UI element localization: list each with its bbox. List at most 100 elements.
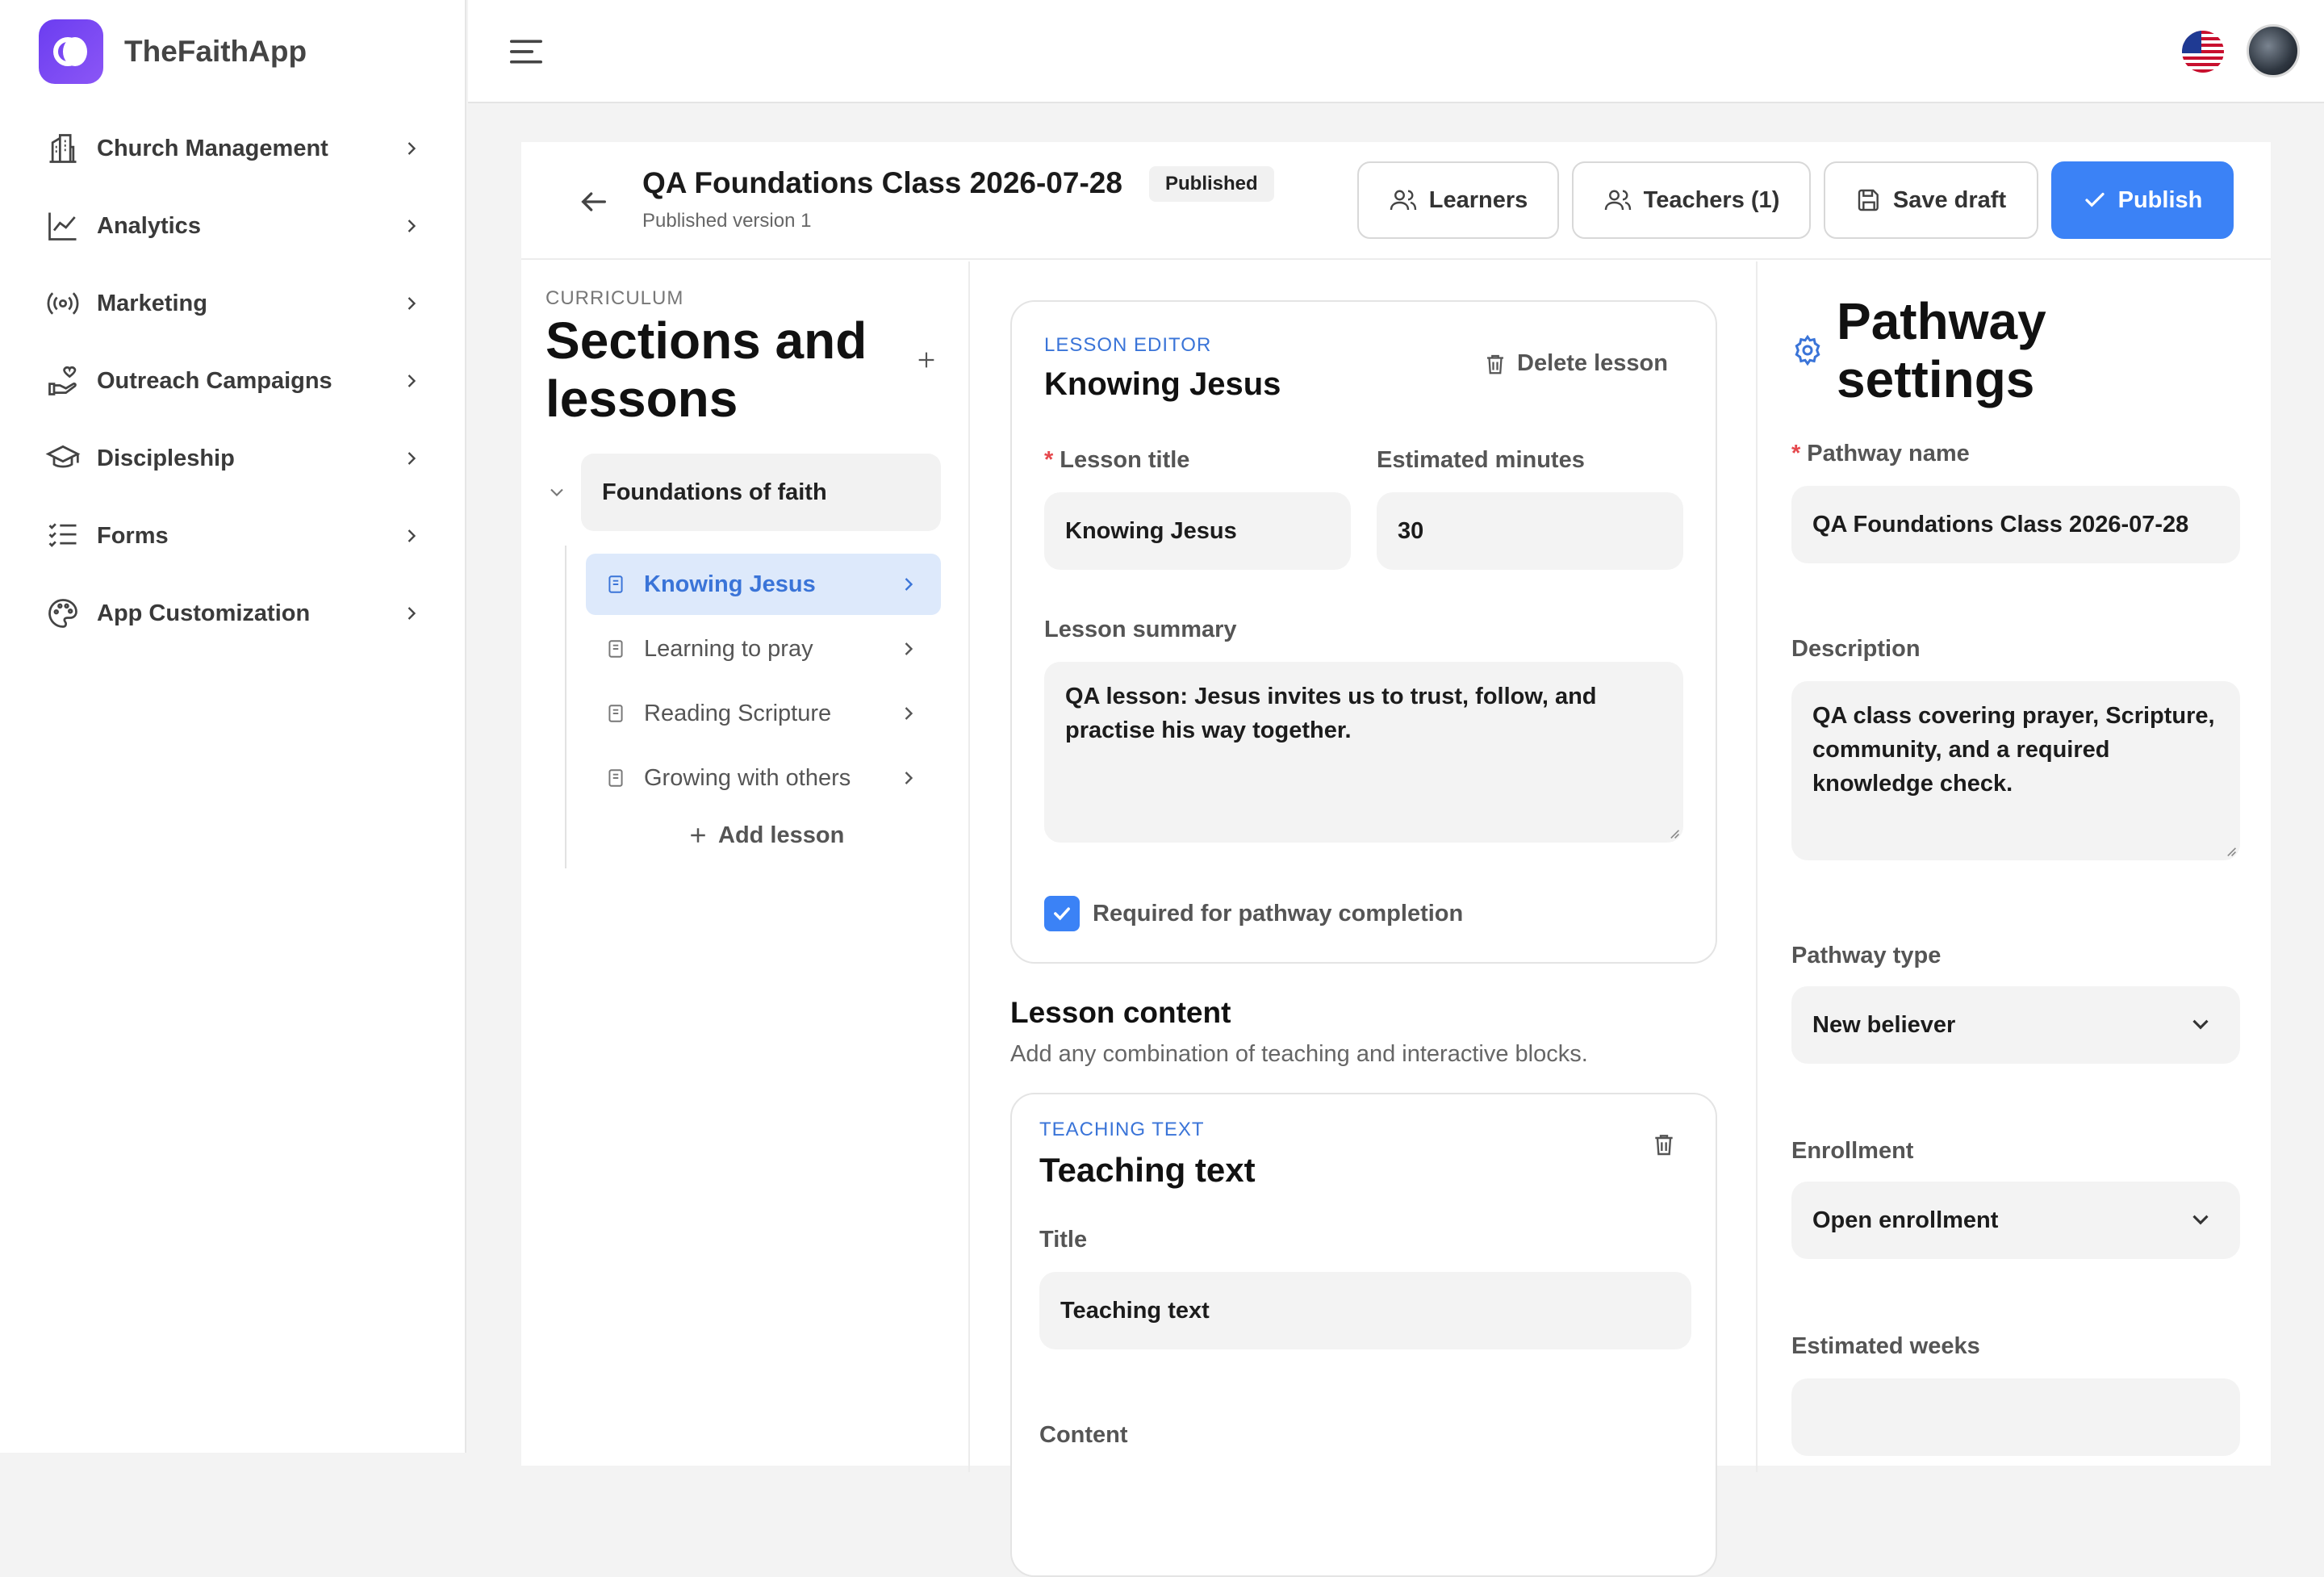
pathway-name-input[interactable]: QA Foundations Class 2026-07-28: [1791, 486, 2240, 563]
save-draft-label: Save draft: [1892, 186, 2007, 213]
add-lesson-button[interactable]: Add lesson: [686, 815, 844, 855]
curriculum-eyebrow: CURRICULUM: [545, 287, 684, 309]
chevron-down-icon[interactable]: [545, 481, 568, 504]
sidebar-item-analytics[interactable]: Analytics: [0, 187, 465, 265]
sidebar-item-label: App Customization: [97, 600, 311, 626]
required-checkbox-row[interactable]: Required for pathway completion: [1044, 896, 1463, 931]
resize-handle-icon[interactable]: [2224, 844, 2237, 857]
chevron-right-icon: [408, 142, 416, 155]
required-checkbox-label: Required for pathway completion: [1093, 900, 1464, 927]
pathway-header: QA Foundations Class 2026-07-28 Publishe…: [521, 142, 2271, 260]
estimated-minutes-label: Estimated minutes: [1377, 447, 1585, 473]
users-icon: [1604, 190, 1631, 211]
pathway-settings-column: Pathway settings * Pathway name QA Founda…: [1759, 261, 2271, 1472]
pathway-type-label: Pathway type: [1791, 943, 1942, 968]
building-icon: [45, 131, 81, 166]
trash-icon[interactable]: [1651, 1132, 1677, 1157]
chevron-right-icon: [408, 607, 416, 620]
enrollment-select[interactable]: Open enrollment: [1791, 1182, 2240, 1259]
sidebar-nav: Church Management Analytics Marketing Ou…: [0, 110, 465, 652]
lesson-summary-label: Lesson summary: [1044, 617, 1237, 642]
us-flag-icon[interactable]: [2182, 31, 2224, 73]
chevron-right-icon: [408, 297, 416, 310]
chevron-right-icon: [905, 707, 913, 720]
plus-icon: [691, 828, 705, 843]
chart-line-icon: [45, 208, 81, 244]
avatar[interactable]: [2247, 24, 2300, 77]
estimated-weeks-input[interactable]: [1791, 1378, 2240, 1456]
menu-icon[interactable]: [508, 36, 544, 68]
arrow-left-icon[interactable]: [578, 186, 610, 218]
lesson-item[interactable]: Reading Scripture: [586, 683, 941, 744]
sidebar-item-outreach-campaigns[interactable]: Outreach Campaigns: [0, 342, 465, 420]
lesson-content-title: Lesson content: [1010, 996, 1231, 1029]
delete-lesson-label: Delete lesson: [1517, 350, 1668, 376]
estimated-weeks-label: Estimated weeks: [1791, 1333, 1980, 1359]
version-subtitle: Published version 1: [642, 210, 812, 232]
status-badge: Published: [1149, 166, 1274, 202]
section-item[interactable]: Foundations of faith: [581, 454, 941, 531]
sidebar-item-marketing[interactable]: Marketing: [0, 265, 465, 342]
gear-icon: [1795, 334, 1820, 366]
lesson-title-label: * Lesson title: [1044, 447, 1189, 474]
lesson-editor-title: Knowing Jesus: [1044, 366, 1281, 402]
pathway-name-label: * Pathway name: [1791, 441, 1970, 467]
learners-button[interactable]: Learners: [1357, 161, 1559, 239]
teachers-label: Teachers (1): [1643, 186, 1780, 213]
publish-button[interactable]: Publish: [2051, 161, 2234, 239]
sidebar: TheFaithApp Church Management Analytics …: [0, 0, 466, 1453]
pathway-name-label-text: Pathway name: [1807, 441, 1970, 466]
sidebar-item-label: Outreach Campaigns: [97, 367, 332, 394]
resize-handle-icon[interactable]: [1667, 826, 1680, 839]
lesson-item[interactable]: Growing with others: [586, 747, 941, 809]
required-checkbox[interactable]: [1044, 896, 1080, 931]
estimated-minutes-input[interactable]: 30: [1377, 492, 1683, 570]
sidebar-item-label: Analytics: [97, 212, 201, 239]
pathway-type-value: New believer: [1812, 1011, 1956, 1038]
teachers-button[interactable]: Teachers (1): [1572, 161, 1811, 239]
delete-lesson-button[interactable]: Delete lesson: [1483, 350, 1668, 377]
lesson-title-input[interactable]: Knowing Jesus: [1044, 492, 1351, 570]
required-asterisk: *: [1044, 447, 1054, 473]
publish-label: Publish: [2117, 186, 2203, 213]
hand-heart-icon: [45, 363, 81, 399]
lesson-tree-line: [565, 546, 566, 868]
lesson-title: Knowing Jesus: [644, 571, 816, 597]
lesson-title: Learning to pray: [644, 635, 813, 662]
lesson-summary-textarea[interactable]: QA lesson: Jesus invites us to trust, fo…: [1044, 662, 1683, 843]
check-icon: [2085, 192, 2105, 207]
graduation-cap-icon: [45, 441, 81, 476]
chevron-right-icon: [408, 529, 416, 542]
section-title: Foundations of faith: [602, 479, 827, 505]
brand[interactable]: TheFaithApp: [39, 19, 307, 84]
document-icon: [608, 575, 623, 593]
sidebar-item-app-customization[interactable]: App Customization: [0, 575, 465, 652]
sidebar-item-discipleship[interactable]: Discipleship: [0, 420, 465, 497]
sidebar-item-church-management[interactable]: Church Management: [0, 110, 465, 187]
chevron-right-icon: [905, 578, 913, 591]
save-draft-button[interactable]: Save draft: [1824, 161, 2038, 239]
lesson-editor-card: LESSON EDITOR Knowing Jesus Delete lesso…: [1010, 300, 1717, 964]
sidebar-item-forms[interactable]: Forms: [0, 497, 465, 575]
block-title-field-label: Title: [1039, 1227, 1088, 1253]
block-content-label: Content: [1039, 1422, 1128, 1448]
curriculum-column: CURRICULUM Sections and lessons Foundati…: [521, 261, 970, 1472]
block-eyebrow: TEACHING TEXT: [1039, 1119, 1205, 1140]
lesson-title: Reading Scripture: [644, 700, 832, 726]
lesson-title: Growing with others: [644, 764, 851, 791]
chevron-down-icon: [2192, 1019, 2209, 1030]
app-logo-icon: [39, 19, 103, 84]
description-textarea[interactable]: QA class covering prayer, Scripture, com…: [1791, 681, 2240, 860]
lesson-content-subtitle: Add any combination of teaching and inte…: [1010, 1041, 1588, 1067]
enrollment-value: Open enrollment: [1812, 1207, 1999, 1233]
block-title: Teaching text: [1039, 1151, 1256, 1189]
sidebar-item-label: Marketing: [97, 290, 207, 316]
lesson-item[interactable]: Learning to pray: [586, 618, 941, 680]
block-title-input[interactable]: Teaching text: [1039, 1272, 1691, 1349]
add-section-icon[interactable]: [913, 347, 939, 373]
chevron-right-icon: [905, 642, 913, 655]
trash-icon: [1487, 354, 1503, 374]
sidebar-item-label: Church Management: [97, 135, 328, 161]
pathway-type-select[interactable]: New believer: [1791, 986, 2240, 1064]
lesson-item[interactable]: Knowing Jesus: [586, 554, 941, 615]
